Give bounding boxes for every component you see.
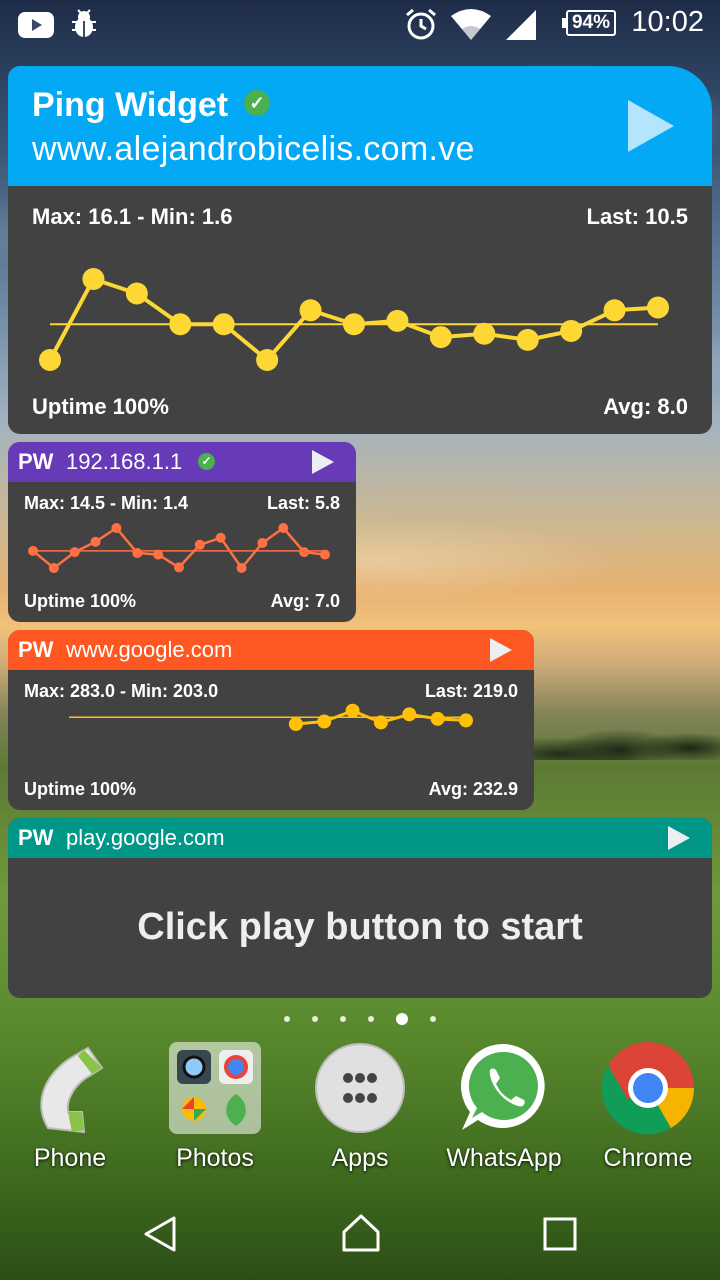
- recents-icon[interactable]: [542, 1216, 578, 1252]
- ping-point: [90, 536, 101, 547]
- app-label: Photos: [176, 1144, 254, 1172]
- battery-icon: 94%: [562, 10, 616, 36]
- page-dot: [340, 1015, 346, 1022]
- bug-icon: [72, 9, 96, 37]
- ping-point: [69, 547, 80, 558]
- ping-point: [236, 563, 247, 573]
- status-clock: 10:02: [631, 6, 704, 38]
- page-dot-active: [396, 1012, 408, 1025]
- ping-point: [111, 523, 122, 533]
- ping-point: [194, 539, 205, 550]
- ping-widget-lan[interactable]: PW 192.168.1.1 ✓ Max: 14.5 - Min: 1.4 La…: [8, 442, 356, 622]
- ping-point: [212, 313, 235, 336]
- ping-point: [28, 545, 38, 556]
- ping-point: [169, 313, 192, 336]
- ping-point: [174, 562, 184, 573]
- ping-point: [402, 707, 417, 722]
- ping-point: [82, 268, 105, 290]
- ping-point: [299, 299, 322, 322]
- ping-point: [429, 326, 452, 349]
- app-whatsapp[interactable]: WhatsApp: [434, 1036, 574, 1172]
- pw-label: PW: [18, 825, 54, 850]
- alarm-icon: [406, 8, 436, 40]
- status-bar: 94% 10:02: [0, 0, 720, 50]
- app-launcher[interactable]: Apps: [290, 1036, 430, 1172]
- app-label: Apps: [331, 1144, 389, 1172]
- avg-label: Avg: 8.0: [603, 394, 688, 419]
- ping-widget-play[interactable]: PW play.google.com Click play button to …: [8, 818, 712, 998]
- youtube-icon: [18, 12, 54, 38]
- widget-header: PW play.google.com: [8, 818, 712, 858]
- app-photos[interactable]: Photos: [145, 1036, 285, 1172]
- app-chrome[interactable]: Chrome: [578, 1036, 718, 1172]
- phone-icon: [40, 1046, 104, 1134]
- ping-point: [48, 563, 59, 573]
- ping-point: [343, 313, 365, 336]
- ping-point: [125, 282, 148, 305]
- page-dot: [312, 1015, 318, 1022]
- ping-point: [603, 299, 626, 322]
- ping-point: [257, 537, 268, 548]
- apps-icon: [315, 1043, 405, 1133]
- ping-point: [560, 319, 583, 342]
- ping-chart: [39, 268, 669, 371]
- signal-icon: [506, 10, 536, 40]
- app-phone[interactable]: Phone: [0, 1036, 140, 1172]
- widget-host: play.google.com: [66, 825, 225, 850]
- app-label: Chrome: [603, 1144, 693, 1172]
- uptime-label: Uptime 100%: [24, 779, 137, 799]
- avg-label: Avg: 232.9: [428, 779, 518, 799]
- ping-point: [459, 713, 473, 728]
- uptime-label: Uptime 100%: [24, 591, 137, 611]
- home-icon[interactable]: [340, 1212, 382, 1254]
- uptime-label: Uptime 100%: [32, 394, 169, 419]
- ping-widget-main[interactable]: Ping Widget ✓ www.alejandrobicelis.com.v…: [8, 66, 712, 434]
- page-dot: [368, 1015, 374, 1022]
- app-label: Phone: [33, 1144, 107, 1172]
- ping-point: [320, 549, 330, 560]
- ping-point: [153, 549, 164, 560]
- back-icon[interactable]: [140, 1214, 180, 1254]
- ping-point: [647, 296, 669, 319]
- chrome-icon: [601, 1042, 695, 1135]
- page-dot: [430, 1015, 436, 1022]
- ping-point: [39, 349, 61, 371]
- ping-point: [386, 309, 409, 332]
- ping-point: [516, 328, 539, 351]
- play-icon[interactable]: [668, 826, 690, 850]
- whatsapp-icon: [460, 1043, 545, 1130]
- dock: Phone Photos Apps WhatsApp Chrome: [0, 1036, 720, 1186]
- navigation-bar: [0, 1190, 720, 1280]
- ping-point: [317, 714, 332, 729]
- ping-point: [132, 548, 143, 559]
- ping-point: [373, 715, 388, 730]
- ping-point: [215, 532, 226, 543]
- ping-point: [473, 322, 496, 345]
- ping-point: [256, 349, 279, 371]
- photos-folder-icon: [169, 1042, 261, 1134]
- ping-point: [430, 711, 445, 726]
- page-indicator: [0, 1010, 720, 1028]
- ping-point: [299, 547, 310, 558]
- ping-point: [278, 523, 289, 533]
- wifi-icon: [451, 9, 491, 40]
- ping-point: [288, 717, 303, 731]
- start-message: Click play button to start: [137, 906, 583, 948]
- ping-widget-google[interactable]: PW www.google.com Max: 283.0 - Min: 203.…: [8, 630, 534, 810]
- page-dot: [284, 1015, 290, 1022]
- ping-point: [345, 703, 360, 718]
- avg-label: Avg: 7.0: [270, 591, 340, 611]
- app-label: WhatsApp: [446, 1144, 562, 1172]
